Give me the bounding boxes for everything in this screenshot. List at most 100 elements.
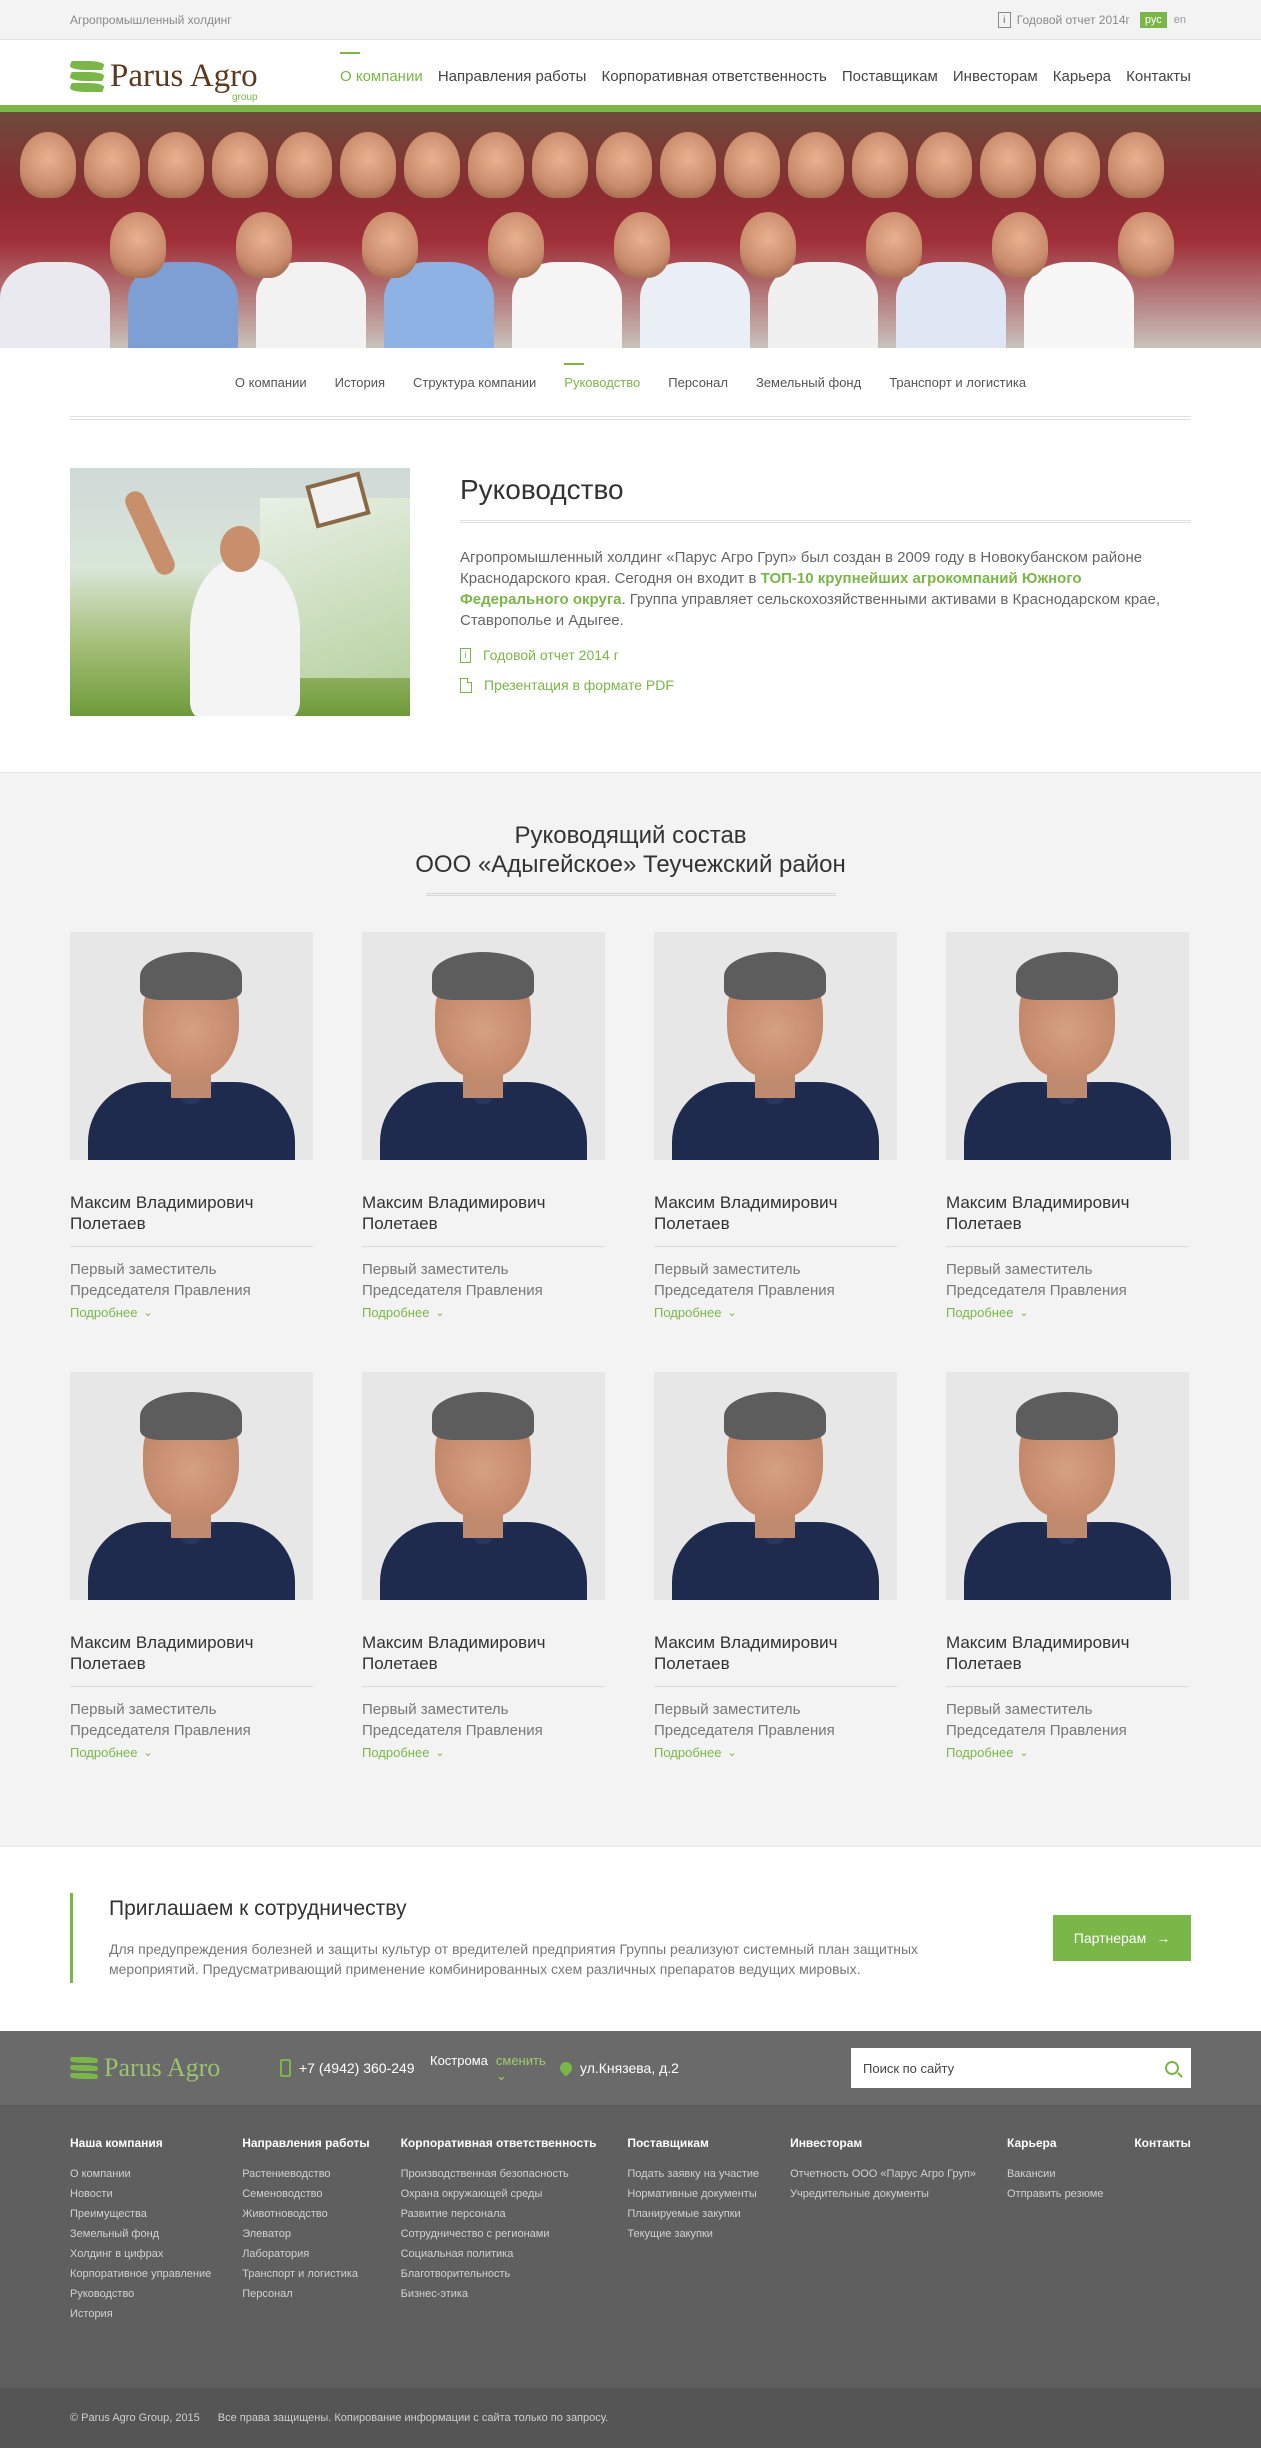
change-city-link[interactable]: сменить ⌄: [496, 2053, 560, 2084]
management-team-section: Руководящий состав ООО «Адыгейское» Теуч…: [0, 772, 1261, 1847]
footer-link[interactable]: Нормативные документы: [627, 2184, 759, 2204]
nav-career[interactable]: Карьера: [1053, 62, 1111, 91]
team-member-card: Максим Владимирович Полетаев Первый замес…: [70, 932, 313, 1320]
footer-link[interactable]: Социальная политика: [401, 2244, 597, 2264]
nav-suppliers[interactable]: Поставщикам: [842, 62, 938, 91]
footer-column-title[interactable]: Поставщикам: [627, 2136, 759, 2150]
footer-link[interactable]: Развитие персонала: [401, 2204, 597, 2224]
intro-text: Агропромышленный холдинг «Парус Агро Гру…: [460, 549, 1161, 629]
chevron-down-icon: ⌄: [495, 2067, 507, 2083]
member-role: Первый заместитель Председателя Правлени…: [70, 1261, 251, 1299]
member-role: Первый заместитель Председателя Правлени…: [654, 1701, 835, 1739]
subnav-management[interactable]: Руководство: [564, 362, 640, 390]
info-icon: i: [997, 12, 1011, 28]
footer-link[interactable]: Отправить резюме: [1007, 2184, 1103, 2204]
team-member-card: Максим Владимирович Полетаев Первый замес…: [946, 932, 1189, 1320]
hero-audience-photo: [0, 112, 1261, 348]
footer-link[interactable]: Подать заявку на участие: [627, 2164, 759, 2184]
annual-report-link[interactable]: i Годовой отчет 2014г: [997, 12, 1130, 28]
footer-link[interactable]: Животноводство: [242, 2204, 369, 2224]
audience-front-faces: [110, 212, 1174, 278]
footer-column: Корпоративная ответственность Производств…: [401, 2136, 597, 2324]
footer-link[interactable]: Новости: [70, 2184, 211, 2204]
footer-link[interactable]: Преимущества: [70, 2204, 211, 2224]
footer-link[interactable]: Отчетность ООО «Парус Агро Груп»: [790, 2164, 976, 2184]
partners-button[interactable]: Партнерам →: [1053, 1915, 1191, 1961]
nav-responsibility[interactable]: Корпоративная ответственность: [602, 62, 827, 91]
presentation-pdf-link[interactable]: Презентация в формате PDF: [460, 677, 1191, 693]
lang-ru-button[interactable]: рус: [1139, 12, 1167, 28]
footer-link[interactable]: Персонал: [242, 2284, 369, 2304]
footer-link[interactable]: Благотворительность: [401, 2264, 597, 2284]
footer-link[interactable]: История: [70, 2304, 211, 2324]
footer-link[interactable]: Вакансии: [1007, 2164, 1103, 2184]
member-more-link[interactable]: Подробнее ⌄: [654, 1745, 897, 1760]
subnav-staff[interactable]: Персонал: [668, 375, 728, 390]
member-name: Максим Владимирович Полетаев: [70, 1632, 313, 1687]
footer-link[interactable]: Сотрудничество с регионами: [401, 2224, 597, 2244]
footer-logo[interactable]: Parus Agro: [68, 2053, 280, 2083]
footer-link[interactable]: Элеватор: [242, 2224, 369, 2244]
footer-link[interactable]: Руководство: [70, 2284, 211, 2304]
site-search[interactable]: Поиск по сайту: [851, 2048, 1191, 2088]
nav-about[interactable]: О компании: [340, 51, 423, 91]
footer-link[interactable]: Лаборатория: [242, 2244, 369, 2264]
member-more-link[interactable]: Подробнее ⌄: [70, 1305, 313, 1320]
annual-report-2014-label: Годовой отчет 2014 г: [483, 647, 619, 663]
footer: Parus Agro +7 (4942) 360-249 Кострома см…: [0, 2031, 1261, 2448]
footer-link[interactable]: Холдинг в цифрах: [70, 2244, 211, 2264]
footer-phone: +7 (4942) 360-249: [280, 2059, 430, 2077]
footer-column-title[interactable]: Наша компания: [70, 2136, 211, 2150]
footer-link[interactable]: Транспорт и логистика: [242, 2264, 369, 2284]
footer-link[interactable]: Охрана окружающей среды: [401, 2184, 597, 2204]
footer-link[interactable]: Текущие закупки: [627, 2224, 759, 2244]
member-photo: [946, 932, 1189, 1160]
nav-contacts[interactable]: Контакты: [1126, 62, 1191, 91]
footer-link[interactable]: Растениеводство: [242, 2164, 369, 2184]
footer-column: Направления работы Растениеводство Семенов…: [242, 2136, 369, 2324]
cta-title: Приглашаем к сотрудничеству: [109, 1897, 407, 1920]
city-name: Кострома: [430, 2052, 488, 2068]
subnav-structure[interactable]: Структура компании: [413, 375, 536, 390]
footer-column-title[interactable]: Направления работы: [242, 2136, 369, 2150]
team-member-card: Максим Владимирович Полетаев Первый замес…: [70, 1372, 313, 1760]
subnav-history[interactable]: История: [335, 375, 385, 390]
footer-link[interactable]: Учредительные документы: [790, 2184, 976, 2204]
member-more-link[interactable]: Подробнее ⌄: [70, 1745, 313, 1760]
member-role: Первый заместитель Председателя Правлени…: [946, 1701, 1127, 1739]
member-more-link[interactable]: Подробнее ⌄: [946, 1305, 1189, 1320]
subnav-transport[interactable]: Транспорт и логистика: [889, 375, 1026, 390]
member-photo: [654, 932, 897, 1160]
site-logo[interactable]: Parus Agro group: [68, 59, 340, 103]
footer-column-title[interactable]: Контакты: [1134, 2136, 1191, 2150]
chevron-down-icon: ⌄: [1019, 1747, 1029, 1759]
team-heading-line2: ООО «Адыгейское» Теучежский район: [415, 851, 846, 878]
footer-column-title[interactable]: Инвесторам: [790, 2136, 976, 2150]
member-more-link[interactable]: Подробнее ⌄: [362, 1745, 605, 1760]
subnav-land-fund[interactable]: Земельный фонд: [756, 375, 861, 390]
lang-en-button[interactable]: en: [1169, 12, 1191, 28]
footer-link[interactable]: Корпоративное управление: [70, 2264, 211, 2284]
footer-link[interactable]: О компании: [70, 2164, 211, 2184]
member-name: Максим Владимирович Полетаев: [946, 1632, 1189, 1687]
chevron-down-icon: ⌄: [435, 1307, 445, 1319]
search-input[interactable]: Поиск по сайту: [863, 2061, 954, 2076]
footer-column: Поставщикам Подать заявку на участие Норма…: [627, 2136, 759, 2324]
intro-section: Руководство Агропромышленный холдинг «Па…: [70, 420, 1191, 772]
member-more-link[interactable]: Подробнее ⌄: [654, 1305, 897, 1320]
footer-column-title[interactable]: Карьера: [1007, 2136, 1103, 2150]
member-more-link[interactable]: Подробнее ⌄: [362, 1305, 605, 1320]
footer-link[interactable]: Семеноводство: [242, 2184, 369, 2204]
member-more-link[interactable]: Подробнее ⌄: [946, 1745, 1189, 1760]
footer-link[interactable]: Земельный фонд: [70, 2224, 211, 2244]
nav-investors[interactable]: Инвесторам: [953, 62, 1038, 91]
footer-link[interactable]: Бизнес-этика: [401, 2284, 597, 2304]
nav-directions[interactable]: Направления работы: [438, 62, 587, 91]
annual-report-2014-link[interactable]: i Годовой отчет 2014 г: [460, 647, 1191, 663]
phone-number: +7 (4942) 360-249: [299, 2060, 415, 2076]
search-icon[interactable]: [1165, 2061, 1179, 2075]
footer-link[interactable]: Производственная безопасность: [401, 2164, 597, 2184]
subnav-about[interactable]: О компании: [235, 375, 307, 390]
footer-column-title[interactable]: Корпоративная ответственность: [401, 2136, 597, 2150]
footer-link[interactable]: Планируемые закупки: [627, 2204, 759, 2224]
